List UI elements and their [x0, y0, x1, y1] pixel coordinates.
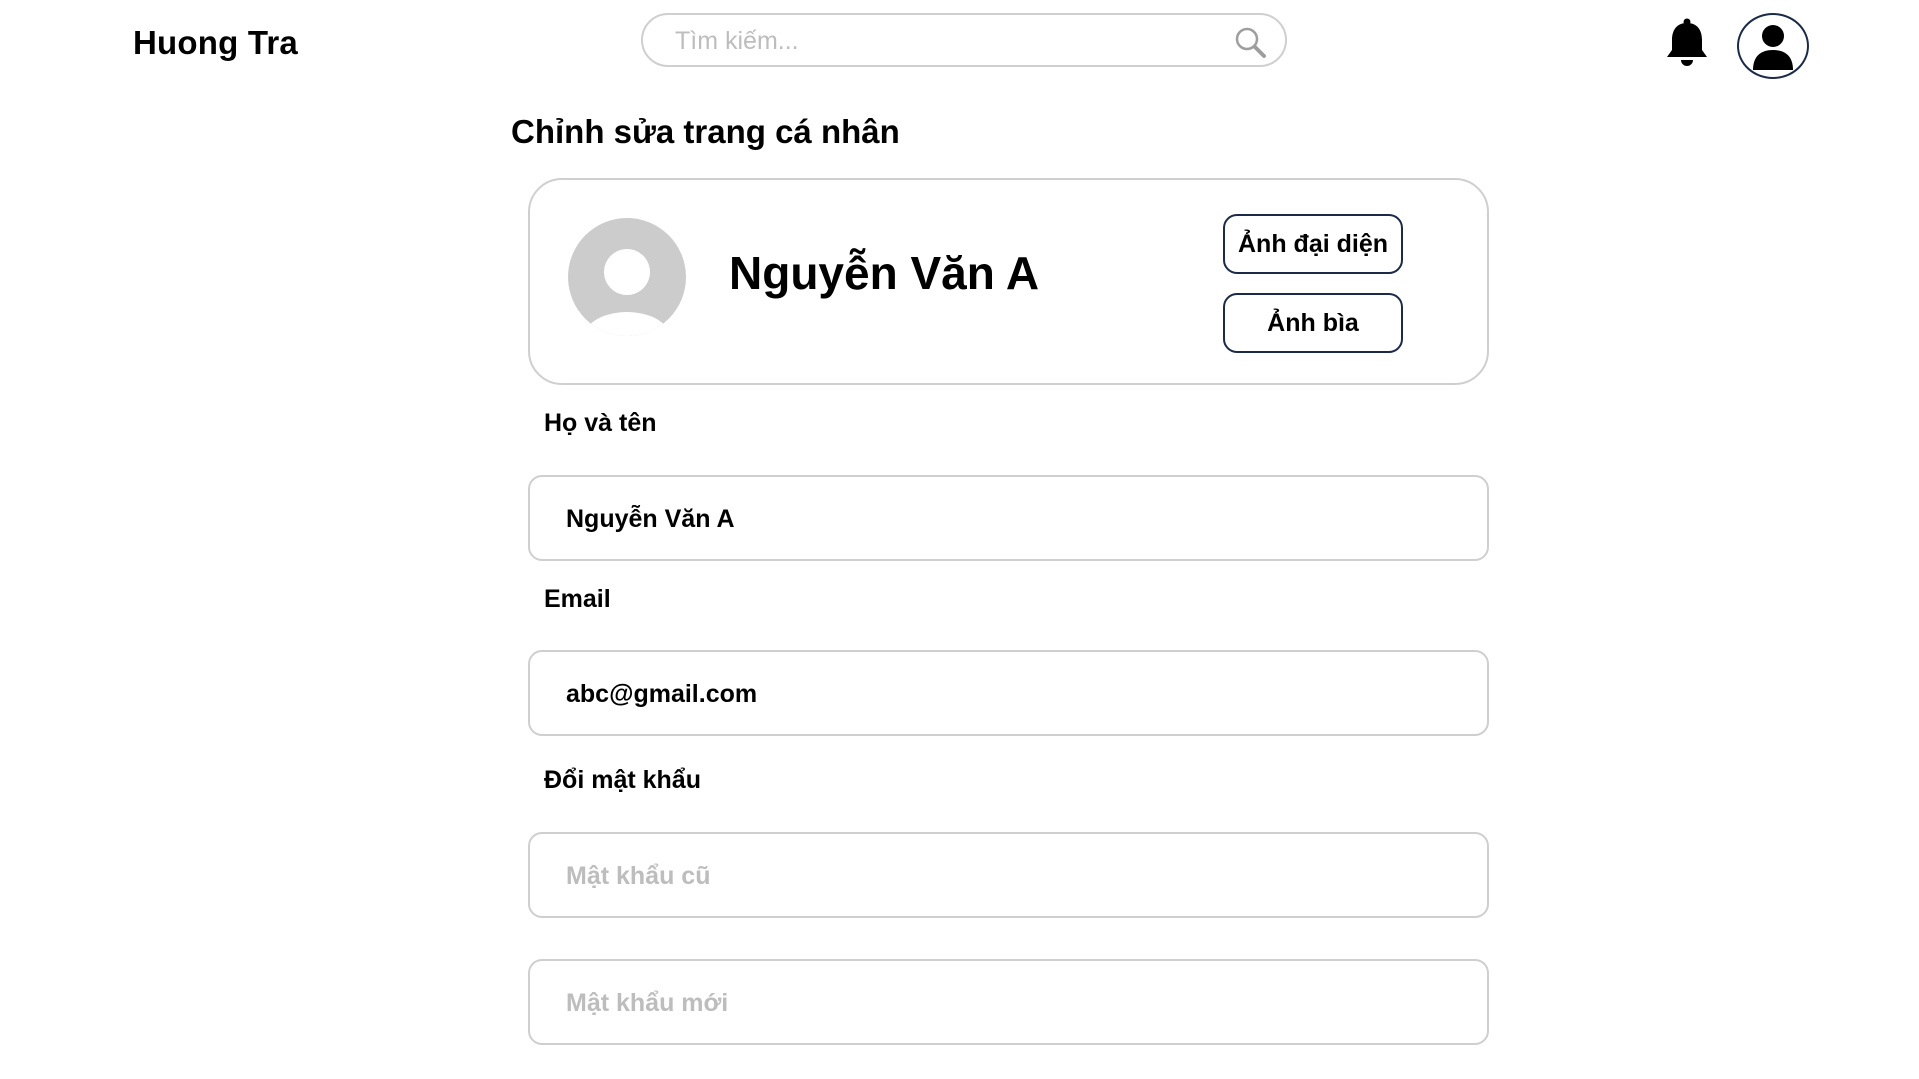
search-bar	[641, 13, 1287, 67]
old-password-input[interactable]	[564, 834, 1448, 918]
new-password-field-box	[528, 959, 1489, 1045]
fullname-input[interactable]	[564, 477, 1448, 561]
email-field-box	[528, 650, 1489, 736]
change-cover-button[interactable]: Ảnh bìa	[1223, 293, 1403, 353]
old-password-field-box	[528, 832, 1489, 918]
profile-name: Nguyễn Văn A	[729, 247, 1040, 299]
user-icon	[1753, 25, 1793, 70]
bell-icon[interactable]	[1664, 18, 1710, 68]
brand-logo[interactable]: Huong Tra	[133, 24, 298, 62]
search-input[interactable]	[673, 15, 1197, 67]
profile-card: Nguyễn Văn A Ảnh đại diện Ảnh bìa	[528, 178, 1489, 385]
fullname-field-box	[528, 475, 1489, 561]
new-password-input[interactable]	[564, 961, 1448, 1045]
email-label: Email	[544, 585, 611, 613]
page-title: Chỉnh sửa trang cá nhân	[511, 113, 900, 150]
change-password-label: Đổi mật khẩu	[544, 766, 701, 794]
change-avatar-button[interactable]: Ảnh đại diện	[1223, 214, 1403, 274]
fullname-label: Họ và tên	[544, 409, 657, 437]
email-input[interactable]	[564, 652, 1448, 736]
profile-avatar-icon	[568, 218, 686, 336]
search-icon[interactable]	[1233, 25, 1267, 59]
user-menu-button[interactable]	[1737, 13, 1809, 79]
